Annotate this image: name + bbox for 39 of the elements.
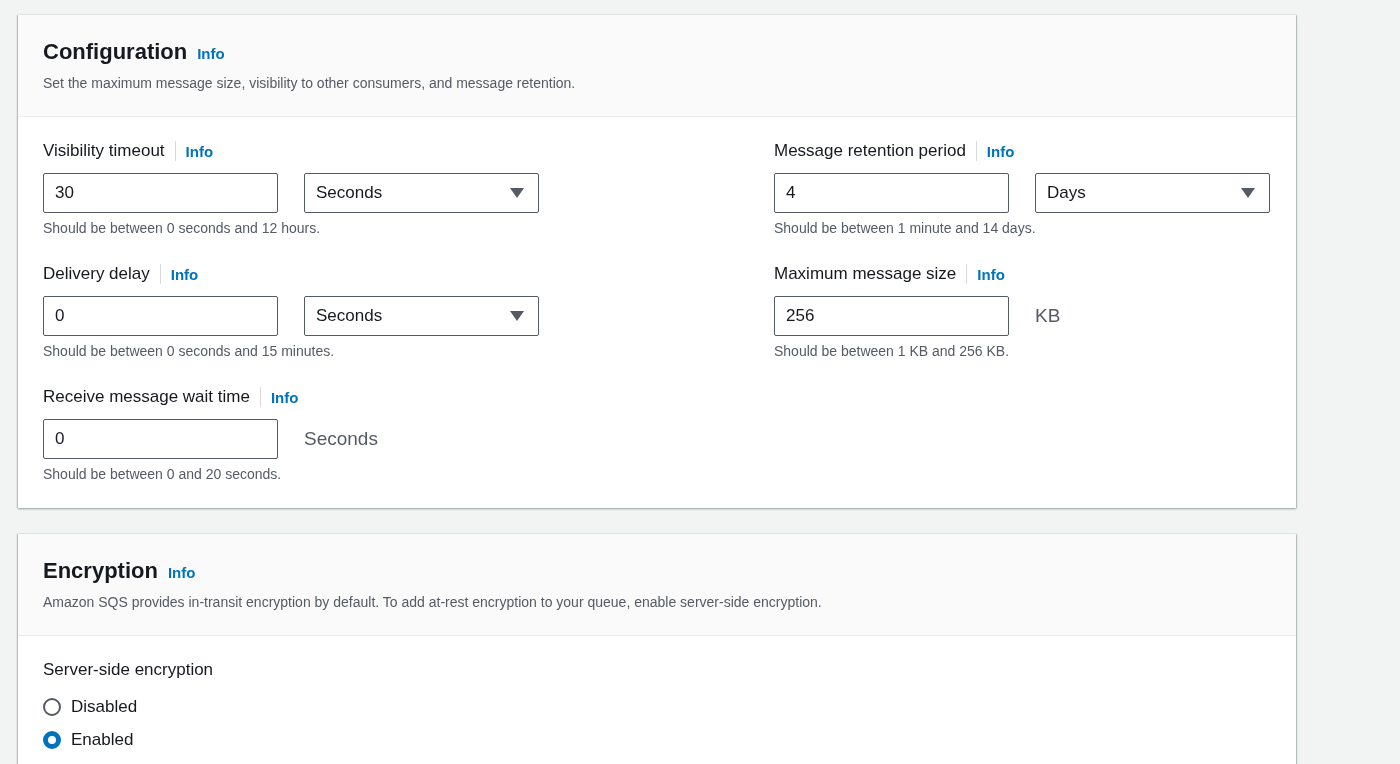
radio-button[interactable] [43, 730, 61, 749]
info-link[interactable]: Info [977, 265, 1005, 283]
radio-option[interactable]: Disabled [43, 690, 1271, 723]
info-link[interactable]: Info [197, 45, 225, 62]
field-label: Maximum message size [774, 264, 968, 284]
unit-dropdown[interactable]: Seconds [304, 296, 539, 336]
info-link[interactable]: Info [270, 388, 299, 406]
input-field[interactable]: 0 [43, 296, 278, 336]
input-field[interactable]: 0 [43, 419, 278, 459]
unit-dropdown[interactable]: Seconds [304, 173, 539, 213]
field-hint: Should be between 1 minute and 14 days. [774, 220, 1037, 236]
caret-icon [510, 311, 524, 321]
field-label: Delivery delay [43, 264, 161, 284]
info-link[interactable]: Info [167, 564, 196, 581]
section-title: Configuration [43, 39, 188, 65]
field-hint: Should be between 1 KB and 256 KB. [774, 343, 1011, 359]
field-label: Visibility timeout [43, 141, 176, 161]
field-hint: Should be between 0 seconds and 15 minutes. [43, 343, 336, 359]
section-description: Amazon SQS provides in-transit encryption by default. To add at-rest encryption to your queue, enable server-side encryption. [43, 594, 823, 610]
field-hint: Should be between 0 seconds and 12 hours. [43, 220, 322, 236]
info-link[interactable]: Info [185, 142, 214, 160]
unit-label: KB [1035, 305, 1061, 327]
info-link[interactable]: Info [986, 142, 1015, 160]
unit-dropdown[interactable]: Days [1035, 173, 1270, 213]
field-label: Receive message wait time [43, 387, 261, 407]
radio-option[interactable]: Enabled [43, 723, 1271, 756]
input-field[interactable]: 4 [774, 173, 1009, 213]
radio-button[interactable] [43, 697, 61, 716]
section-description: Set the maximum message size, visibility to other consumers, and message retention. [43, 75, 577, 91]
info-link[interactable]: Info [170, 265, 199, 283]
field-label: Server-side encryption [43, 660, 215, 680]
field-label: Message retention period [774, 141, 977, 161]
input-field[interactable]: 256 [774, 296, 1009, 336]
unit-label: Seconds [304, 428, 378, 450]
caret-icon [510, 188, 524, 198]
caret-icon [1241, 188, 1255, 198]
field-hint: Should be between 0 and 20 seconds. [43, 466, 283, 482]
input-field[interactable]: 30 [43, 173, 278, 213]
section-title: Encryption [43, 558, 158, 584]
